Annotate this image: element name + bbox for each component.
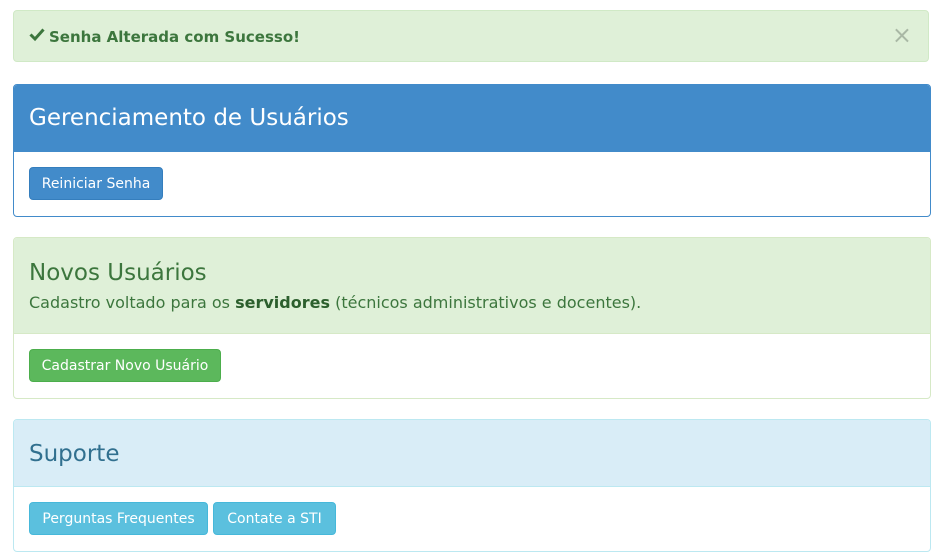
panel-heading: Suporte [14,420,930,487]
check-icon [29,26,45,46]
panel-heading: Gerenciamento de Usuários [14,85,930,152]
panel-subtitle: Cadastro voltado para os servidores (téc… [29,293,642,312]
alert-message: Senha Alterada com Sucesso! [49,28,300,46]
register-new-user-button[interactable]: Cadastrar Novo Usuário [29,349,221,382]
success-alert: Senha Alterada com Sucesso! × [13,10,929,62]
contact-sti-button[interactable]: Contate a STI [213,502,336,535]
panel-heading: Novos Usuários Cadastro voltado para os … [14,238,930,334]
user-management-panel: Gerenciamento de Usuários Reiniciar Senh… [13,84,931,217]
support-panel: Suporte Perguntas Frequentes Contate a S… [13,419,931,552]
new-users-panel: Novos Usuários Cadastro voltado para os … [13,237,931,399]
reset-password-button[interactable]: Reiniciar Senha [29,167,163,200]
subtitle-emphasis: servidores [235,293,330,312]
panel-title: Novos Usuários [29,260,207,286]
panel-title: Suporte [29,441,120,467]
faq-button[interactable]: Perguntas Frequentes [29,502,208,535]
close-icon[interactable]: × [892,23,912,47]
panel-title: Gerenciamento de Usuários [29,105,349,131]
